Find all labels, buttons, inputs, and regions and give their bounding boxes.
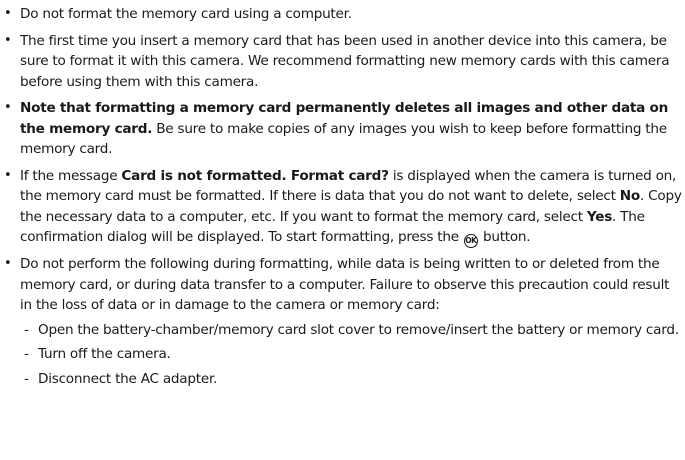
dash: -	[24, 370, 29, 387]
ok-button-icon: OK	[463, 234, 478, 248]
item-text: If the message	[20, 167, 122, 184]
list-item: • Do not format the memory card using a …	[0, 4, 683, 25]
list-item: • Do not perform the following during fo…	[0, 254, 683, 389]
bullet: •	[4, 167, 12, 183]
document-page: • Do not format the memory card using a …	[0, 0, 685, 460]
sub-list-item: - Open the battery-chamber/memory card s…	[20, 320, 683, 341]
sub-list-item: - Turn off the camera.	[20, 344, 683, 365]
item-text: Do not format the memory card using a co…	[20, 6, 352, 22]
list-item: • If the message Card is not formatted. …	[0, 166, 683, 248]
dash: -	[24, 346, 29, 362]
option-no: No	[619, 188, 640, 204]
bullet: •	[4, 6, 12, 21]
sub-list-item: - Disconnect the AC adapter.	[20, 369, 683, 390]
list-item: • Note that formatting a memory card per…	[0, 98, 683, 160]
item-text: The first time you insert a memory card …	[20, 32, 670, 90]
bullet: •	[4, 100, 12, 115]
list-item: • The first time you insert a memory car…	[0, 31, 683, 93]
bullet: •	[4, 256, 12, 271]
item-text: button.	[478, 229, 531, 245]
message-text: Card is not formatted. Format card?	[121, 167, 389, 184]
sub-item-text: Open the battery-chamber/memory card slo…	[38, 321, 679, 338]
sub-item-text: Disconnect the AC adapter.	[38, 370, 218, 387]
option-yes: Yes	[586, 208, 613, 225]
sub-list: - Open the battery-chamber/memory card s…	[20, 320, 683, 390]
bullet: •	[4, 32, 12, 48]
dash: -	[24, 321, 29, 338]
item-text: Do not perform the following during form…	[20, 256, 670, 313]
precautions-list: • Do not format the memory card using a …	[0, 4, 685, 389]
sub-item-text: Turn off the camera.	[38, 346, 171, 362]
